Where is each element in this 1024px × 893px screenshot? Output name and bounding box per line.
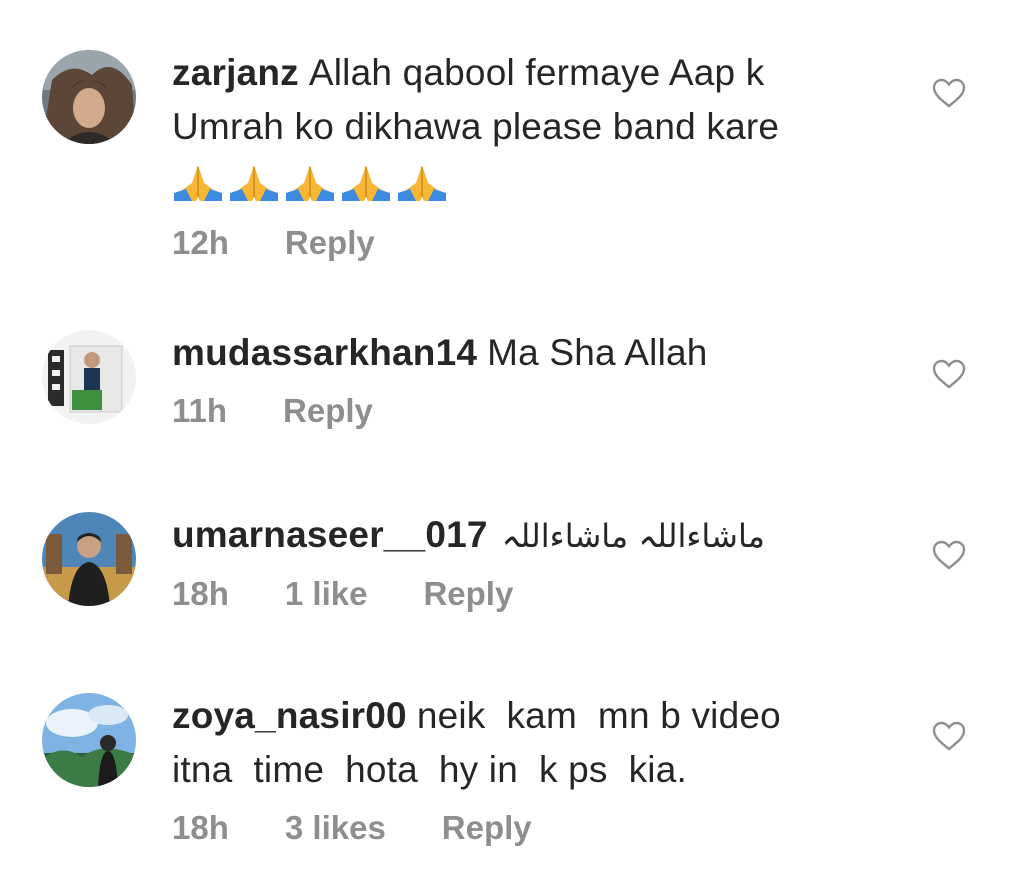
heart-outline-icon[interactable] — [932, 721, 966, 751]
comment-meta: 11h Reply — [172, 392, 892, 430]
folded-hands-emoji-icon — [342, 165, 390, 201]
heart-outline-icon[interactable] — [932, 78, 966, 108]
avatar[interactable] — [42, 50, 136, 144]
comment-text: zoya_nasir00 neik kam mn b video — [172, 689, 892, 743]
comment-message: ماشاءاللہ ماشاءاللہ — [501, 517, 765, 555]
comment-username[interactable]: mudassarkhan14 — [172, 332, 477, 373]
reply-button[interactable]: Reply — [423, 575, 513, 613]
folded-hands-emoji-icon — [174, 165, 222, 201]
heart-outline-icon[interactable] — [932, 359, 966, 389]
likes-count[interactable]: 1 like — [285, 575, 368, 613]
comment-message-line: Umrah ko dikhawa please band kare — [172, 106, 780, 147]
folded-hands-emoji-icon — [286, 165, 334, 201]
emoji-row — [172, 154, 892, 212]
comment-time: 11h — [172, 392, 228, 429]
comment-text: zarjanz Allah qabool fermaye Aap k — [172, 46, 892, 100]
avatar[interactable] — [42, 330, 136, 424]
likes-count[interactable]: 3 likes — [285, 809, 386, 847]
comment-time: 12h — [172, 224, 229, 261]
reply-button[interactable]: Reply — [442, 809, 532, 847]
reply-button[interactable]: Reply — [283, 392, 373, 430]
folded-hands-emoji-icon — [230, 165, 278, 201]
comment-meta: 18h 1 like Reply — [172, 575, 892, 613]
comment-message: Allah qabool fermaye Aap k — [308, 52, 765, 93]
comment-meta: 18h 3 likes Reply — [172, 809, 892, 847]
comment-text: mudassarkhan14 Ma Sha Allah — [172, 326, 892, 380]
comment-username[interactable]: zarjanz — [172, 52, 299, 93]
comment-meta: 12h Reply — [172, 224, 892, 262]
comment-message: neik kam mn b video — [416, 695, 781, 736]
comment-message-line: itna time hota hy in k ps kia. — [172, 749, 687, 790]
comment-time: 18h — [172, 809, 229, 846]
comment-username[interactable]: umarnaseer__017 — [172, 514, 488, 555]
heart-outline-icon[interactable] — [932, 540, 966, 570]
folded-hands-emoji-icon — [398, 165, 446, 201]
comment-message: Ma Sha Allah — [487, 332, 708, 373]
avatar[interactable] — [42, 512, 136, 606]
comment-time: 18h — [172, 575, 229, 612]
comment-text: umarnaseer__017 ماشاءاللہ ماشاءاللہ — [172, 508, 892, 563]
comment-username[interactable]: zoya_nasir00 — [172, 695, 407, 736]
avatar[interactable] — [42, 693, 136, 787]
reply-button[interactable]: Reply — [285, 224, 375, 262]
